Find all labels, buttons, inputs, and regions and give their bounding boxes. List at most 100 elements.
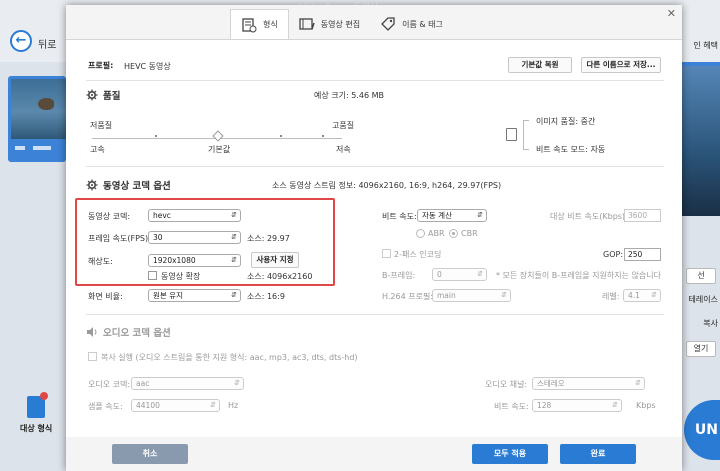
thumbnail-image bbox=[11, 79, 66, 139]
slider-tick bbox=[155, 135, 157, 137]
codec-options-dialog: ✕ 형식 동영상 편집 이름 & 태그 프로필: HEVC 동영상 기본값 복원… bbox=[66, 5, 682, 471]
two-pass-checkbox[interactable] bbox=[382, 249, 391, 258]
audio-section-title: 오디오 코덱 옵션 bbox=[86, 325, 171, 339]
quality-bracket bbox=[523, 120, 529, 150]
video-thumbnail[interactable] bbox=[8, 76, 66, 162]
fps-select[interactable]: 30 ⇵ bbox=[148, 231, 241, 244]
abr-label: ABR bbox=[428, 229, 445, 238]
restore-defaults-button[interactable]: 기본값 복원 bbox=[508, 57, 572, 73]
bframe-note: * 모든 장치들이 B-프레임을 지원하지는 않습니다 bbox=[496, 271, 661, 280]
audio-channel-value: 스테레오 bbox=[537, 379, 565, 388]
tab-video-edit-label: 동영상 편집 bbox=[320, 19, 361, 29]
sample-rate-unit: Hz bbox=[228, 401, 239, 410]
tab-bar: 형식 동영상 편집 이름 & 태그 bbox=[230, 9, 453, 39]
audio-channel-select[interactable]: 스테레오 ⇵ bbox=[532, 377, 645, 390]
tag-icon bbox=[381, 17, 395, 31]
abr-radio[interactable] bbox=[416, 229, 425, 238]
audio-codec-label: 오디오 코덱: bbox=[88, 380, 131, 389]
select-arrow-icon: ⇵ bbox=[231, 256, 237, 264]
video-title: 동영상 코덱 옵션 bbox=[103, 181, 171, 192]
profile-value: HEVC 동영상 bbox=[124, 62, 171, 71]
h264-profile-select[interactable]: main ⇵ bbox=[432, 289, 511, 302]
select-arrow-icon: ⇵ bbox=[635, 379, 641, 387]
profile-label: 프로필: bbox=[88, 61, 114, 70]
gop-input[interactable]: 250 bbox=[624, 248, 661, 261]
two-pass-label: 2-패스 인코딩 bbox=[394, 250, 442, 259]
format-panel: 프로필: HEVC 동영상 기본값 복원 다른 이름으로 저장... 품질 예상… bbox=[66, 39, 682, 437]
target-format-label[interactable]: 대상 형식 bbox=[20, 423, 52, 434]
divider bbox=[86, 80, 664, 81]
video-upscale-label: 동영상 확장 bbox=[161, 272, 201, 281]
thumbnail-control[interactable] bbox=[33, 146, 51, 150]
right-button[interactable]: 선 bbox=[686, 268, 716, 284]
sample-rate-value: 44100 bbox=[136, 401, 160, 410]
film-edit-icon bbox=[299, 18, 315, 30]
low-quality-label: 저품질 bbox=[90, 121, 113, 130]
select-arrow-icon: ⇵ bbox=[477, 270, 483, 278]
audio-bitrate-label: 비트 속도: bbox=[494, 402, 529, 411]
tab-name-tag[interactable]: 이름 & 태그 bbox=[370, 9, 453, 39]
audio-bitrate-value: 128 bbox=[537, 401, 552, 410]
estimated-size: 예상 크기: 5.46 MB bbox=[314, 91, 384, 100]
bframe-label: B-프레임: bbox=[382, 271, 416, 280]
tab-name-tag-label: 이름 & 태그 bbox=[402, 19, 443, 29]
audio-title: 오디오 코덱 옵션 bbox=[103, 328, 171, 339]
back-arrow-icon[interactable]: ← bbox=[10, 30, 32, 52]
resolution-label: 해상도: bbox=[88, 257, 113, 266]
target-bitrate-input[interactable]: 3600 bbox=[624, 209, 661, 222]
audio-copy-checkbox[interactable] bbox=[88, 352, 97, 361]
thumbnail-control[interactable] bbox=[15, 146, 25, 150]
close-icon[interactable]: ✕ bbox=[667, 7, 676, 20]
document-icon bbox=[506, 128, 517, 141]
divider bbox=[86, 314, 664, 315]
level-label: 레벨: bbox=[602, 292, 620, 301]
video-upscale-checkbox[interactable] bbox=[148, 271, 157, 280]
tab-format[interactable]: 형식 bbox=[230, 9, 289, 39]
source-stream-info: 소스 동영상 스트림 정보: 4096x2160, 16:9, h264, 29… bbox=[272, 181, 502, 190]
video-codec-label: 동영상 코덱: bbox=[88, 212, 131, 221]
target-bitrate-label: 대상 비트 속도(Kbps): bbox=[550, 212, 628, 221]
right-label-1[interactable]: 인 헤택 bbox=[693, 40, 718, 51]
select-arrow-icon: ⇵ bbox=[651, 291, 657, 299]
quality-section-title: 품질 bbox=[86, 88, 120, 102]
thumbnail-bird bbox=[38, 98, 54, 110]
resolution-source: 소스: 4096x2160 bbox=[247, 272, 313, 281]
level-select[interactable]: 4.1 ⇵ bbox=[623, 289, 661, 302]
aspect-ratio-value: 원본 유지 bbox=[153, 291, 183, 300]
done-button[interactable]: 완료 bbox=[560, 444, 636, 464]
select-arrow-icon: ⇵ bbox=[477, 211, 483, 219]
bframe-select[interactable]: 0 ⇵ bbox=[432, 268, 487, 281]
cancel-button[interactable]: 취소 bbox=[112, 444, 188, 464]
slow-label: 저속 bbox=[336, 145, 351, 154]
slider-handle[interactable] bbox=[212, 130, 224, 142]
video-codec-select[interactable]: hevc ⇵ bbox=[148, 209, 241, 222]
video-codec-value: hevc bbox=[153, 211, 171, 220]
audio-channel-label: 오디오 채널: bbox=[485, 380, 528, 389]
open-button[interactable]: 열기 bbox=[686, 341, 716, 357]
cbr-radio[interactable] bbox=[449, 229, 458, 238]
divider bbox=[86, 166, 664, 167]
save-as-button[interactable]: 다른 이름으로 저장... bbox=[581, 57, 661, 73]
tab-video-edit[interactable]: 동영상 편집 bbox=[289, 9, 370, 39]
high-quality-label: 고품질 bbox=[332, 121, 355, 130]
slider-tick bbox=[322, 135, 324, 137]
fast-label: 고속 bbox=[90, 145, 105, 154]
audio-codec-select[interactable]: aac ⇵ bbox=[131, 377, 244, 390]
format-icon bbox=[242, 17, 257, 32]
aspect-ratio-label: 화면 비율: bbox=[88, 292, 123, 301]
custom-resolution-button[interactable]: 사용자 지정 bbox=[251, 252, 299, 268]
apply-all-button[interactable]: 모두 적용 bbox=[472, 444, 548, 464]
default-label: 기본값 bbox=[208, 145, 231, 154]
video-section-title: 동영상 코덱 옵션 bbox=[86, 178, 171, 192]
back-label[interactable]: 뒤로 bbox=[38, 36, 56, 51]
gop-label: GOP: bbox=[603, 250, 624, 259]
sample-rate-select[interactable]: 44100 ⇵ bbox=[131, 399, 220, 412]
bitrate-value: 자동 계산 bbox=[422, 211, 452, 220]
resolution-select[interactable]: 1920x1080 ⇵ bbox=[148, 254, 241, 267]
aspect-ratio-select[interactable]: 원본 유지 ⇵ bbox=[148, 289, 241, 302]
right-label-3: 테레이스 bbox=[688, 295, 718, 304]
bitrate-mode-info: 비트 속도 모드: 자동 bbox=[536, 145, 606, 154]
audio-bitrate-select[interactable]: 128 ⇵ bbox=[532, 399, 622, 412]
select-arrow-icon: ⇵ bbox=[231, 211, 237, 219]
bitrate-select[interactable]: 자동 계산 ⇵ bbox=[417, 209, 487, 222]
